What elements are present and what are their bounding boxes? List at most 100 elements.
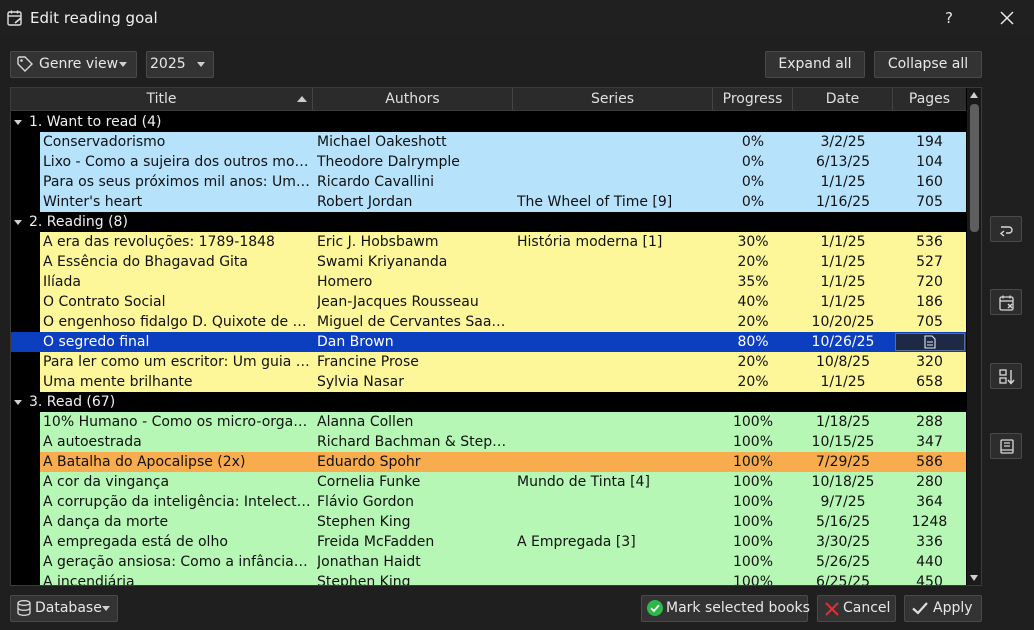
- table-row[interactable]: O segredo final Dan Brown 80% 10/26/25: [11, 332, 966, 352]
- row-cells: Para os seus próximos mil anos: Um m... R…: [40, 172, 966, 192]
- cell-authors: Miguel de Cervantes Saave...: [317, 314, 510, 330]
- cell-title: Conservadorismo: [43, 134, 166, 150]
- expand-arrow-icon[interactable]: [14, 400, 22, 405]
- column-header-title[interactable]: Title: [11, 88, 313, 111]
- cell-series: História moderna [1]: [517, 234, 663, 250]
- cell-progress: 100%: [732, 574, 774, 586]
- cancel-button[interactable]: Cancel: [817, 595, 896, 622]
- table-row[interactable]: A dança da morte Stephen King 100% 5/16/25 1…: [11, 512, 966, 532]
- cell-pages: 536: [916, 234, 943, 250]
- group-row[interactable]: 3. Read (67): [11, 392, 966, 412]
- row-cells: Para ler como um escritor: Um guia pa...…: [40, 352, 966, 372]
- table-row[interactable]: Para ler como um escritor: Um guia pa...…: [11, 352, 966, 372]
- row-cells: Ilíada Homero 35% 1/1/25 720: [40, 272, 966, 292]
- column-header-series[interactable]: Series: [513, 88, 713, 111]
- table-row[interactable]: A autoestrada Richard Bachman & Stephe...…: [11, 432, 966, 452]
- table-body: 1. Want to read (4) Conservadorismo Michae…: [11, 112, 966, 586]
- table-header: Title Authors Series Progress Date Pages: [11, 88, 966, 111]
- cell-series: [517, 492, 710, 512]
- table-row[interactable]: 10% Humano - Como os micro-organi... Alan…: [11, 412, 966, 432]
- cell-authors: Theodore Dalrymple: [317, 154, 460, 170]
- sort-button[interactable]: [990, 363, 1022, 389]
- cell-pages: 658: [916, 374, 943, 390]
- year-select[interactable]: 2025: [146, 51, 214, 78]
- table-row[interactable]: O Contrato Social Jean-Jacques Rousseau 40…: [11, 292, 966, 312]
- cell-progress: 20%: [737, 314, 769, 330]
- cell-title: Lixo - Como a sujeira dos outros moldou.…: [43, 154, 311, 170]
- cell-series: [517, 352, 710, 372]
- table-row[interactable]: A Essência do Bhagavad Gita Swami Kriyana…: [11, 252, 966, 272]
- expand-all-button[interactable]: Expand all: [765, 51, 865, 78]
- close-button[interactable]: [994, 6, 1020, 30]
- pages-edit-field[interactable]: [895, 333, 965, 351]
- clear-date-button[interactable]: [990, 289, 1022, 315]
- expand-arrow-icon[interactable]: [14, 220, 22, 225]
- apply-button[interactable]: Apply: [904, 595, 982, 622]
- column-header-label: Pages: [908, 91, 951, 107]
- cell-title: A Essência do Bhagavad Gita: [43, 254, 248, 270]
- cancel-x-icon: [825, 602, 839, 616]
- cell-progress: 0%: [741, 134, 765, 150]
- book-details-button[interactable]: [990, 433, 1022, 459]
- check-icon: [912, 602, 928, 615]
- row-cells: Conservadorismo Michael Oakeshott 0% 3/2/25…: [40, 132, 966, 152]
- help-button[interactable]: ?: [936, 6, 962, 30]
- group-row[interactable]: 1. Want to read (4): [11, 112, 966, 132]
- cell-date: 7/29/25: [816, 454, 870, 470]
- cell-progress: 100%: [732, 454, 774, 470]
- cell-pages: 705: [916, 314, 943, 330]
- table-row[interactable]: O engenhoso fidalgo D. Quixote de La... M…: [11, 312, 966, 332]
- scrollbar-thumb[interactable]: [970, 104, 979, 232]
- books-table[interactable]: Title Authors Series Progress Date Pages…: [10, 87, 982, 586]
- cell-date: 10/18/25: [811, 474, 875, 490]
- table-row[interactable]: Para os seus próximos mil anos: Um m... R…: [11, 172, 966, 192]
- table-row[interactable]: A cor da vingança Cornelia Funke Mundo de …: [11, 472, 966, 492]
- link-button[interactable]: [990, 216, 1022, 242]
- table-row[interactable]: A empregada está de olho Freida McFadden A…: [11, 532, 966, 552]
- vertical-scrollbar[interactable]: [967, 88, 981, 585]
- table-row[interactable]: A era das revoluções: 1789-1848 Eric J. H…: [11, 232, 966, 252]
- cell-authors: Cornelia Funke: [317, 474, 421, 490]
- check-circle-icon: [647, 600, 663, 616]
- view-select[interactable]: Genre view: [10, 51, 137, 78]
- apply-label: Apply: [933, 600, 973, 616]
- column-header-date[interactable]: Date: [793, 88, 893, 111]
- table-row[interactable]: A corrupção da inteligência: Intelectua.…: [11, 492, 966, 512]
- table-row[interactable]: Winter's heart Robert Jordan The Wheel of …: [11, 192, 966, 212]
- group-label: 2. Reading (8): [29, 214, 128, 230]
- table-row[interactable]: Conservadorismo Michael Oakeshott 0% 3/2/25…: [11, 132, 966, 152]
- column-header-pages[interactable]: Pages: [893, 88, 966, 111]
- row-cells: A geração ansiosa: Como a infância hi...…: [40, 552, 966, 572]
- cell-title: Ilíada: [43, 274, 81, 290]
- column-header-authors[interactable]: Authors: [313, 88, 513, 111]
- year-select-label: 2025: [150, 56, 186, 72]
- cell-pages: 104: [916, 154, 943, 170]
- table-row[interactable]: A incendiária Stephen King 100% 6/25/25 450: [11, 572, 966, 586]
- column-header-label: Progress: [722, 91, 783, 107]
- cell-authors: Freida McFadden: [317, 534, 435, 550]
- table-row[interactable]: A geração ansiosa: Como a infância hi...…: [11, 552, 966, 572]
- database-menu-button[interactable]: Database: [10, 595, 118, 622]
- cell-series: [517, 372, 710, 392]
- database-icon: [17, 600, 31, 616]
- cell-progress: 100%: [732, 554, 774, 570]
- cell-pages: 705: [916, 194, 943, 210]
- column-header-progress[interactable]: Progress: [713, 88, 793, 111]
- table-row[interactable]: Ilíada Homero 35% 1/1/25 720: [11, 272, 966, 292]
- collapse-all-button[interactable]: Collapse all: [874, 51, 982, 78]
- cell-pages: 586: [916, 454, 943, 470]
- mark-selected-books-button[interactable]: Mark selected books: [641, 595, 810, 622]
- scroll-down-icon[interactable]: [970, 575, 978, 581]
- group-row[interactable]: 2. Reading (8): [11, 212, 966, 232]
- table-row[interactable]: Lixo - Como a sujeira dos outros moldou.…: [11, 152, 966, 172]
- row-cells: A dança da morte Stephen King 100% 5/16/25 1…: [40, 512, 966, 532]
- cell-date: 1/1/25: [820, 374, 866, 390]
- sort-down-icon: [999, 369, 1015, 385]
- cell-date: 10/8/25: [816, 354, 870, 370]
- cell-title: O Contrato Social: [43, 294, 166, 310]
- table-row[interactable]: A Batalha do Apocalipse (2x) Eduardo Spoh…: [11, 452, 966, 472]
- expand-arrow-icon[interactable]: [14, 120, 22, 125]
- cell-progress: 20%: [737, 354, 769, 370]
- scroll-up-icon[interactable]: [970, 92, 978, 98]
- table-row[interactable]: Uma mente brilhante Sylvia Nasar 20% 1/1/25…: [11, 372, 966, 392]
